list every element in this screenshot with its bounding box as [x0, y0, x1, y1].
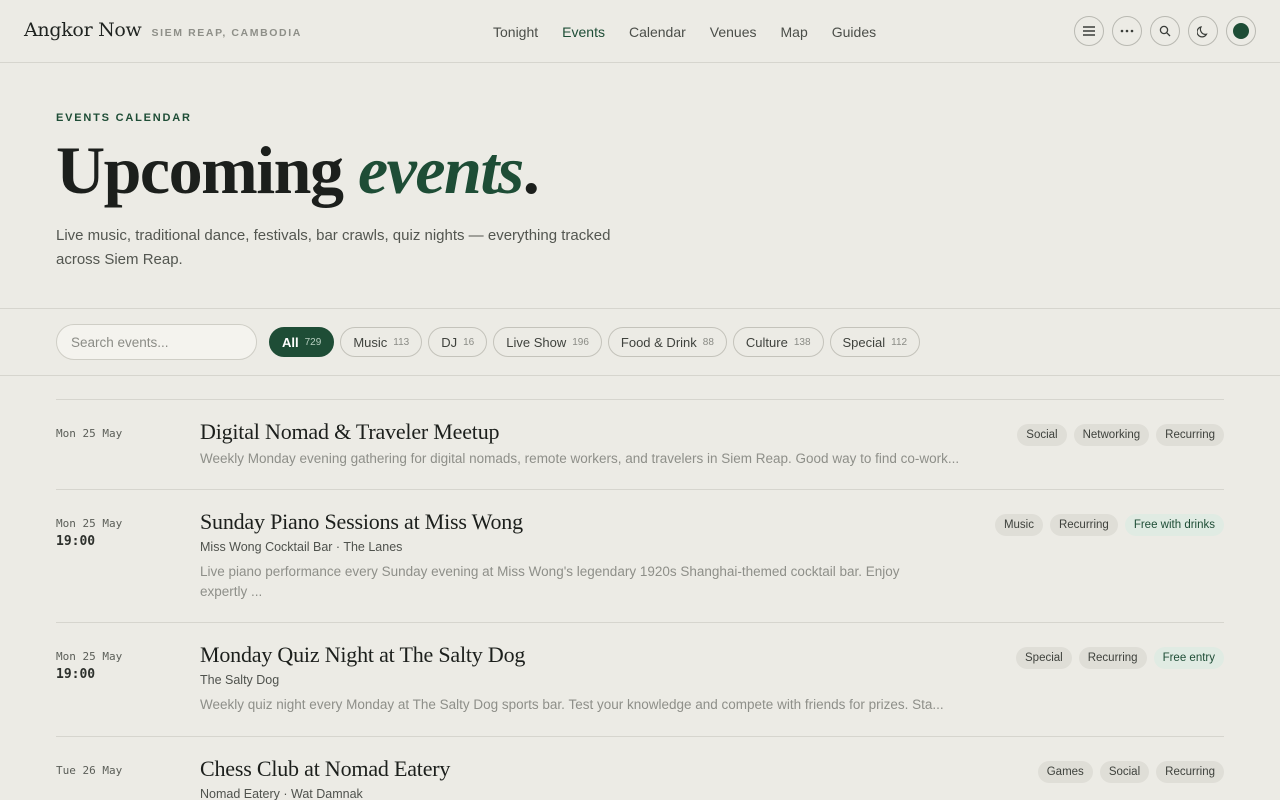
chip-label: DJ	[441, 334, 458, 350]
event-tags: Special Recurring Free entry	[1016, 647, 1224, 669]
event-time: 19:00	[56, 667, 96, 682]
event-date: Mon 25 May	[56, 650, 123, 663]
page-title-main: Upcoming	[56, 132, 358, 208]
event-title[interactable]: Monday Quiz Night at The Salty Dog	[200, 642, 525, 668]
chip-label: Culture	[745, 334, 788, 350]
chip-label: Special	[842, 334, 886, 350]
event-title[interactable]: Chess Club at Nomad Eatery	[200, 756, 450, 782]
event-tag[interactable]: Social	[1017, 424, 1067, 446]
nav-tonight[interactable]: Tonight	[481, 24, 550, 40]
chip-count: 729	[304, 336, 322, 348]
chip-count: 113	[393, 336, 410, 348]
event-tags: Social Networking Recurring	[1017, 424, 1224, 446]
event-tag[interactable]: Free entry	[1153, 647, 1224, 669]
page-title: Upcoming events.	[56, 136, 756, 204]
page-title-end: .	[522, 132, 540, 208]
chip-live-show[interactable]: Live Show 196	[493, 327, 602, 357]
search-input[interactable]	[56, 324, 257, 360]
accent-color-toggle[interactable]	[1226, 16, 1256, 46]
category-chips: All 729 Music 113 DJ 16 Live Show 196 Food &…	[269, 327, 921, 357]
brand-name: Angkor Now	[24, 19, 142, 41]
accent-dot-icon	[1233, 23, 1249, 39]
event-tag[interactable]: Recurring	[1049, 514, 1118, 536]
eyebrow: EVENTS CALENDAR	[56, 112, 192, 124]
brand[interactable]: Angkor Now SIEM REAP, CAMBODIA	[24, 19, 302, 41]
event-title[interactable]: Sunday Piano Sessions at Miss Wong	[200, 509, 523, 535]
event-tag[interactable]: Special	[1016, 647, 1072, 669]
filter-bar: All 729 Music 113 DJ 16 Live Show 196 Food &…	[0, 308, 1280, 376]
event-list: Mon 25 May Digital Nomad & Traveler Meet…	[56, 399, 1224, 800]
chip-food-drink[interactable]: Food & Drink 88	[607, 327, 727, 357]
main-nav: Tonight Events Calendar Venues Map Guide…	[481, 0, 888, 63]
event-venue[interactable]: The Salty Dog	[200, 673, 279, 687]
event-time: 19:00	[56, 534, 96, 549]
event-title[interactable]: Digital Nomad & Traveler Meetup	[200, 419, 500, 445]
moon-icon[interactable]	[1188, 16, 1218, 46]
chip-label: All	[282, 334, 299, 350]
chip-label: Food & Drink	[620, 334, 697, 350]
chip-count: 88	[702, 336, 714, 348]
chip-music[interactable]: Music 113	[340, 327, 423, 357]
event-tag[interactable]: Music	[994, 514, 1043, 536]
event-row[interactable]: Mon 25 May 19:00 Sunday Piano Sessions a…	[56, 489, 1224, 622]
chip-culture[interactable]: Culture 138	[732, 327, 824, 357]
chip-count: 16	[463, 336, 475, 348]
event-venue[interactable]: Nomad Eatery · Wat Damnak	[200, 787, 363, 800]
event-tags: Games Social Recurring	[1037, 761, 1224, 783]
chip-count: 138	[793, 336, 811, 348]
nav-venues[interactable]: Venues	[698, 24, 769, 40]
nav-calendar[interactable]: Calendar	[617, 24, 698, 40]
event-venue[interactable]: Miss Wong Cocktail Bar · The Lanes	[200, 540, 402, 554]
event-description: Live piano performance every Sunday even…	[200, 564, 900, 599]
event-tag[interactable]: Recurring	[1078, 647, 1147, 669]
event-description: Weekly Monday evening gathering for digi…	[200, 451, 960, 466]
event-tag[interactable]: Networking	[1073, 424, 1150, 446]
nav-guides[interactable]: Guides	[820, 24, 888, 40]
top-navbar: Angkor Now SIEM REAP, CAMBODIA Tonight E…	[0, 0, 1280, 63]
page-title-accent: events	[357, 132, 524, 208]
brand-location: SIEM REAP, CAMBODIA	[151, 27, 302, 39]
chip-label: Music	[353, 334, 388, 350]
search-icon[interactable]	[1150, 16, 1180, 46]
event-row[interactable]: Mon 25 May 19:00 Monday Quiz Night at Th…	[56, 622, 1224, 736]
chip-dj[interactable]: DJ 16	[428, 327, 488, 357]
event-row[interactable]: Mon 25 May Digital Nomad & Traveler Meet…	[56, 399, 1224, 489]
header-actions	[1074, 16, 1256, 46]
hero: EVENTS CALENDAR Upcoming events. Live mu…	[56, 112, 756, 272]
nav-events[interactable]: Events	[550, 24, 617, 40]
page-description: Live music, traditional dance, festivals…	[56, 227, 611, 268]
chip-all[interactable]: All 729	[269, 327, 335, 357]
event-tag[interactable]: Games	[1037, 761, 1093, 783]
event-tags: Music Recurring Free with drinks	[994, 514, 1224, 536]
nav-map[interactable]: Map	[769, 24, 820, 40]
event-date: Tue 26 May	[56, 764, 123, 777]
more-icon[interactable]	[1112, 16, 1142, 46]
event-tag[interactable]: Social	[1099, 761, 1150, 783]
event-tag[interactable]: Free with drinks	[1124, 514, 1224, 536]
event-description: Weekly quiz night every Monday at The Sa…	[200, 697, 944, 712]
event-date: Mon 25 May	[56, 517, 123, 530]
menu-icon[interactable]	[1074, 16, 1104, 46]
chip-label: Live Show	[506, 334, 567, 350]
chip-count: 112	[891, 336, 908, 348]
event-date: Mon 25 May	[56, 427, 123, 440]
chip-special[interactable]: Special 112	[829, 327, 921, 357]
event-row[interactable]: Tue 26 May Chess Club at Nomad Eatery No…	[56, 736, 1224, 800]
chip-count: 196	[572, 336, 589, 348]
event-tag[interactable]: Recurring	[1156, 761, 1224, 783]
event-tag[interactable]: Recurring	[1156, 424, 1224, 446]
